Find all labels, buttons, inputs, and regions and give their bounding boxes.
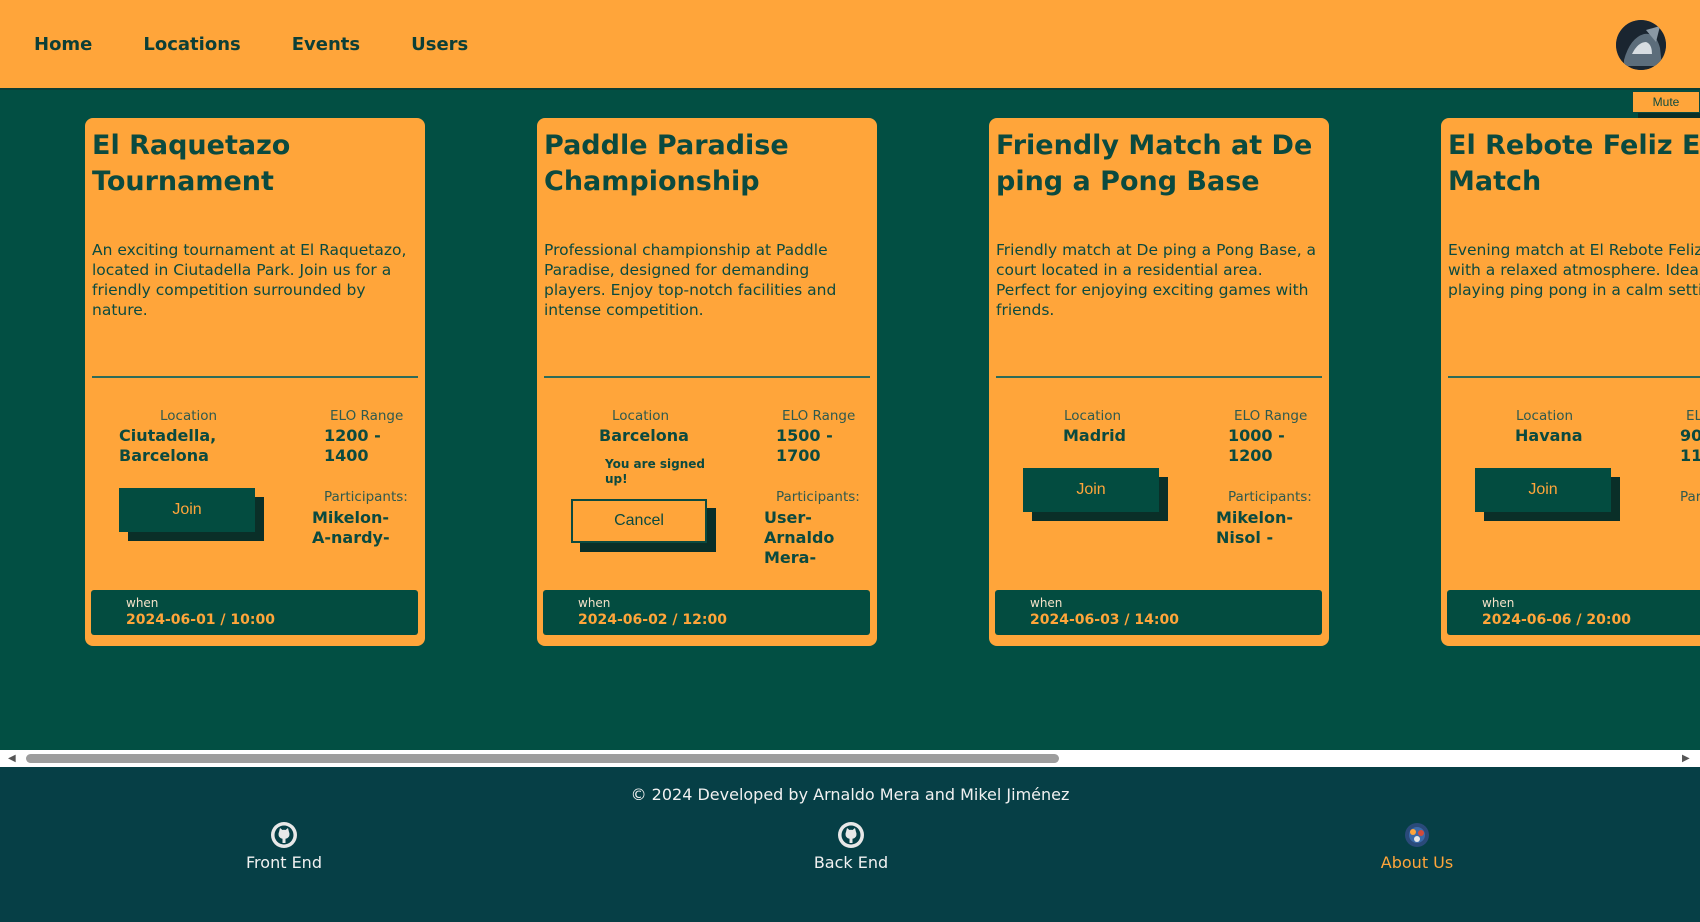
when-value: 2024-06-02 / 12:00 <box>578 612 727 628</box>
about-us-link[interactable]: About Us <box>1367 821 1467 872</box>
join-button[interactable]: Join <box>119 488 255 532</box>
location-value: Barcelona <box>599 426 689 445</box>
event-description: Friendly match at De ping a Pong Base, a… <box>996 241 1317 319</box>
participants-label: Participants: <box>776 489 860 505</box>
location-label: Location <box>1516 408 1574 424</box>
top-navbar: Home Locations Events Users <box>0 0 1700 90</box>
event-title: Paddle Paradise Championship <box>544 130 789 197</box>
when-label: when <box>1482 596 1515 610</box>
participants-value: User-Arnaldo Mera- <box>764 508 835 567</box>
footer: © 2024 Developed by Arnaldo Mera and Mik… <box>0 767 1700 922</box>
participants-value: Mikelon-Nisol - <box>1216 508 1293 547</box>
participants-label: Participants: <box>1680 489 1700 505</box>
nav-home[interactable]: Home <box>34 34 92 55</box>
nav-events[interactable]: Events <box>292 34 360 55</box>
elo-value: 1200 - 1400 <box>324 426 381 465</box>
event-title: El Rebote Feliz Evening Match <box>1448 130 1700 197</box>
divider <box>544 376 870 378</box>
join-button[interactable]: Join <box>1475 468 1611 512</box>
team-logo-icon <box>1405 823 1429 847</box>
location-value: Madrid <box>1063 426 1126 445</box>
event-card: El Raquetazo Tournament An exciting tour… <box>85 118 425 646</box>
when-bar: when 2024-06-06 / 20:00 <box>1447 590 1700 635</box>
main-nav: Home Locations Events Users <box>34 34 519 55</box>
location-label: Location <box>160 408 218 424</box>
back-end-label: Back End <box>813 853 889 872</box>
event-card: Paddle Paradise Championship Professiona… <box>537 118 877 646</box>
location-label: Location <box>1064 408 1122 424</box>
events-carousel: El Raquetazo Tournament An exciting tour… <box>0 92 1700 750</box>
scroll-right-icon[interactable]: ▶ <box>1682 753 1690 764</box>
elo-label: ELO Range <box>782 408 856 424</box>
divider <box>1448 376 1700 378</box>
participants-value: Mikelon-A-nardy- <box>312 508 390 547</box>
event-description: Evening match at El Rebote Feliz, a cour… <box>1448 241 1700 299</box>
front-end-label: Front End <box>246 853 322 872</box>
when-value: 2024-06-03 / 14:00 <box>1030 612 1179 628</box>
scroll-left-icon[interactable]: ◀ <box>8 753 16 764</box>
event-card: Friendly Match at De ping a Pong Base Fr… <box>989 118 1329 646</box>
event-description: Professional championship at Paddle Para… <box>544 241 837 319</box>
horizontal-scrollbar[interactable]: ◀ ▶ <box>0 750 1700 767</box>
when-label: when <box>1030 596 1063 610</box>
when-value: 2024-06-06 / 20:00 <box>1482 612 1631 628</box>
elo-value: 1000 - 1200 <box>1228 426 1285 465</box>
event-title: El Raquetazo Tournament <box>92 130 291 197</box>
when-bar: when 2024-06-01 / 10:00 <box>91 590 418 635</box>
signed-up-notice: You are signed up! <box>605 457 706 486</box>
elo-label: ELO Range <box>1234 408 1308 424</box>
location-label: Location <box>612 408 670 424</box>
participants-label: Participants: <box>1228 489 1312 505</box>
about-us-label: About Us <box>1380 853 1454 872</box>
github-icon <box>271 822 297 848</box>
copyright-text: © 2024 Developed by Arnaldo Mera and Mik… <box>630 785 1070 804</box>
location-value: Ciutadella, Barcelona <box>119 426 217 465</box>
cancel-button[interactable]: Cancel <box>571 499 707 543</box>
when-bar: when 2024-06-03 / 14:00 <box>995 590 1322 635</box>
divider <box>996 376 1322 378</box>
event-card: El Rebote Feliz Evening Match Evening ma… <box>1441 118 1700 646</box>
location-value: Havana <box>1515 426 1583 445</box>
when-value: 2024-06-01 / 10:00 <box>126 612 275 628</box>
when-bar: when 2024-06-02 / 12:00 <box>543 590 870 635</box>
elo-value: 900 - 1100 <box>1680 426 1700 465</box>
nav-locations[interactable]: Locations <box>143 34 240 55</box>
back-end-link[interactable]: Back End <box>801 821 901 872</box>
scrollbar-thumb[interactable] <box>26 754 1059 763</box>
front-end-link[interactable]: Front End <box>234 821 334 872</box>
event-title: Friendly Match at De ping a Pong Base <box>996 130 1313 197</box>
when-label: when <box>126 596 159 610</box>
elo-value: 1500 - 1700 <box>776 426 833 465</box>
elo-label: ELO Range <box>1686 408 1700 424</box>
divider <box>92 376 418 378</box>
when-label: when <box>578 596 611 610</box>
user-avatar[interactable] <box>1616 20 1666 70</box>
avatar-image <box>1616 20 1666 70</box>
elo-label: ELO Range <box>330 408 404 424</box>
github-icon <box>838 822 864 848</box>
event-description: An exciting tournament at El Raquetazo, … <box>92 241 407 319</box>
join-button[interactable]: Join <box>1023 468 1159 512</box>
nav-users[interactable]: Users <box>411 34 468 55</box>
participants-label: Participants: <box>324 489 408 505</box>
